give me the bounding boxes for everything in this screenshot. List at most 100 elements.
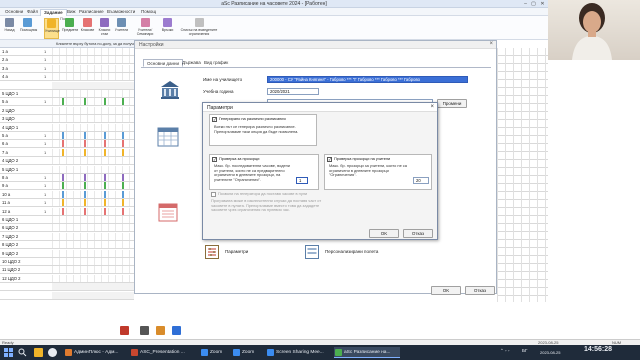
row-cells[interactable] [52,266,134,274]
row-cells[interactable] [52,157,134,165]
table-row[interactable]: 7 ЦДО 2 [0,232,134,241]
lesson-card[interactable] [104,148,106,156]
table-row[interactable]: 3 ЦДО [0,115,134,124]
row-cells[interactable] [52,123,134,131]
back-button[interactable]: Назад [2,18,17,39]
file-explorer-icon[interactable] [34,348,43,357]
table-row[interactable]: 9 ЦДО 2 [0,249,134,258]
row-cells[interactable] [52,283,134,291]
school-name-field[interactable]: 200000 - СУ "Райна Княгиня" - Габрово **… [267,76,468,83]
lesson-card[interactable] [62,140,64,148]
table-row[interactable]: 7 а 1 [0,148,134,157]
lesson-card[interactable] [62,174,64,181]
app-icon-2[interactable] [156,326,165,335]
teacher-windows-checkbox[interactable]: ✓ [327,157,332,162]
table-row[interactable]: 5 ЦДО 1 [0,165,134,174]
lesson-card[interactable] [122,182,124,190]
lesson-card[interactable] [84,98,86,106]
table-row[interactable]: 3 а 1 [0,64,134,73]
lesson-card[interactable] [62,190,64,198]
search-icon[interactable] [18,348,27,357]
lesson-card[interactable] [62,132,64,139]
parameters-cancel-button[interactable]: Отказ [403,229,433,238]
table-row[interactable]: 1 а 1 [0,48,134,56]
classes-button[interactable]: Класове [80,18,95,39]
lesson-card[interactable] [122,132,124,139]
lesson-card[interactable] [104,207,106,215]
row-cells[interactable] [52,165,134,173]
table-row[interactable]: 12 ЦДО 2 [0,274,134,283]
school-year-field[interactable]: 2020/2021 [267,88,319,95]
lesson-card[interactable] [84,207,86,215]
menu-tab-task[interactable]: Задание [40,9,67,16]
row-cells[interactable] [52,224,134,232]
taskbar-item-screen-sharing[interactable]: Screen Sharing Mee... [266,347,330,358]
table-row[interactable]: 8 а 1 [0,174,134,182]
menu-tab-help[interactable]: Помощ [138,9,159,16]
relations-button[interactable]: Връзки [160,18,175,39]
parameters-close-icon[interactable]: × [430,104,434,110]
window-check-value[interactable]: 1 [296,177,308,184]
table-row[interactable]: 2 ЦДО [0,106,134,115]
lesson-card[interactable] [84,182,86,190]
settings-close-icon[interactable]: × [489,41,493,47]
parameters-ok-button[interactable]: OK [369,229,399,238]
lesson-card[interactable] [62,207,64,215]
row-cells[interactable] [52,216,134,223]
row-cells[interactable] [52,249,134,257]
lesson-card[interactable] [62,199,64,207]
lesson-card[interactable] [104,132,106,139]
lesson-card[interactable] [122,148,124,156]
table-row[interactable]: 4 ЦДО 1 [0,123,134,132]
lesson-card[interactable] [104,190,106,198]
record-icon[interactable] [120,326,129,335]
tab-country[interactable]: Държава [179,59,204,67]
constraints-list-button[interactable]: Списък на въведените ограничения [180,18,218,39]
taskbar-item-presentation[interactable]: ASC_Presentation ... [130,347,196,358]
app-icon-3[interactable] [172,326,181,335]
table-row[interactable]: 4 а 1 [0,73,134,82]
table-row[interactable]: 4 ЦДО 2 [0,157,134,166]
app-icon-1[interactable] [140,326,149,335]
row-cells[interactable] [52,258,134,265]
change-button[interactable]: Промени [437,99,467,108]
lesson-card[interactable] [84,199,86,207]
school-button[interactable]: Училище [44,18,60,39]
tray-icons[interactable]: ⌃ ◦ ◦ [500,348,509,354]
row-cells[interactable] [52,81,134,89]
table-row[interactable]: 5 а 1 [0,98,134,107]
tab-basic-data[interactable]: Основни данни [143,59,183,67]
table-row[interactable]: 6 ЦДО 1 [0,216,134,224]
lesson-card[interactable] [122,174,124,181]
table-row[interactable]: 11 ЦДО 2 [0,266,134,275]
row-cells[interactable] [52,73,134,81]
teacher-windows-value[interactable]: 20 [413,177,429,184]
lesson-card[interactable] [104,174,106,181]
taskbar-item-zoom-2[interactable]: Zoom [232,347,262,358]
lesson-card[interactable] [122,140,124,148]
window-check-checkbox[interactable]: ✓ [212,157,217,162]
taskbar-item-asc[interactable]: aSc Разписание на... [334,347,400,358]
taskbar-item-adminplus[interactable]: АдминПлюс - Адм... [64,347,126,358]
browser-icon[interactable] [48,348,57,357]
table-row[interactable]: 12 а 1 [0,207,134,216]
lesson-card[interactable] [104,98,106,106]
row-cells[interactable] [52,56,134,64]
different-timetables-checkbox[interactable]: ✓ [212,117,217,122]
table-row[interactable]: 6 ЦДО 2 [0,224,134,233]
seminars-button[interactable]: Учители/ Семинари [134,18,156,39]
table-row[interactable]: 6 а 1 [0,140,134,149]
table-row[interactable] [0,291,134,300]
menu-tab-main[interactable]: Основни [2,9,26,16]
menu-tab-file[interactable]: Файл [24,9,41,16]
lesson-card[interactable] [62,182,64,190]
settings-cancel-button[interactable]: Отказ [465,286,495,295]
lesson-card[interactable] [62,98,64,106]
zero-lessons-checkbox[interactable] [211,192,216,197]
timetable-grid[interactable]: 1 а12 а13 а14 а15 ЦДО 15 а12 ЦДО 3 ЦДО 4 Ц… [0,48,134,302]
windows-start-icon[interactable] [4,348,13,357]
lesson-card[interactable] [122,190,124,198]
lesson-card[interactable] [104,199,106,207]
table-row[interactable]: 10 а 1 [0,190,134,199]
table-row[interactable]: 5 а 1 [0,132,134,140]
